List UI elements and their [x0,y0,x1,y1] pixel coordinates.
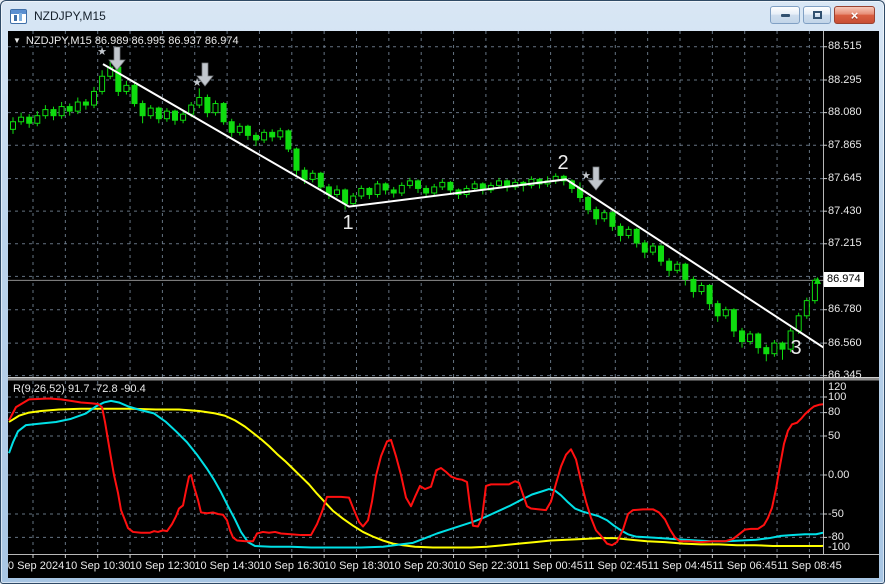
chart-header: ▼ NZDJPY,M15 86.989 86.995 86.937 86.974 [13,35,239,47]
time-axis-label: 11 Sep 06:45 [712,560,778,572]
cyan-line [8,399,823,549]
title-bar[interactable]: NZDJPY,M15 × [1,1,884,31]
indicator-axis-label: 0.00 [828,468,850,481]
restore-icon [812,11,822,19]
price-axis-label: 86.780 [828,303,862,316]
time-axis-label: 10 Sep 10:30 [64,560,131,572]
indicator-axis-label: 50 [828,429,841,442]
indicator-pane [8,397,823,549]
price-axis-label: 86.560 [828,336,862,349]
close-icon: × [850,7,859,23]
minimize-button[interactable] [770,6,800,24]
mt4-chart-window: NZDJPY,M15 × ★ ★ ★ 1 2 3 ▼ NZDJPY,M15 86.989 8… [0,0,885,584]
window-controls: × [770,6,875,24]
indicator-axis-label: -100 [828,540,851,553]
price-axis-label: 88.515 [828,40,862,53]
close-button[interactable]: × [834,6,875,24]
time-axis-label: 11 Sep 00:45 [518,560,583,572]
signal-star-icon: ★ [581,169,591,182]
indicator-values: 91.7 -72.8 -90.4 [68,383,146,395]
red-line [8,397,823,547]
sell-arrow-icon [108,46,126,71]
indicator-axis-label: 100 [828,390,847,403]
indicator-header: R(9,26,52) 91.7 -72.8 -90.4 [13,383,146,395]
signal-star-icon: ★ [192,76,202,89]
price-axis-label: 87.430 [828,204,862,217]
window-title: NZDJPY,M15 [34,9,106,23]
wave-number-label: 1 [342,212,353,234]
time-axis-label: 10 Sep 2024 [8,560,65,572]
chart-header-symbol: NZDJPY,M15 [25,35,92,47]
main-pane: ★★★123 [8,45,823,362]
candles-layer [10,59,818,362]
time-axis-label: 10 Sep 18:30 [323,560,390,572]
indicator-name: R(9,26,52) [13,383,65,395]
price-axis-label: 88.080 [828,106,862,119]
wave-number-label: 2 [557,152,568,174]
symbol-dropdown-icon[interactable]: ▼ [13,36,21,45]
indicator-axis-label: 80 [828,406,841,419]
indicator-axis-label: -50 [828,507,844,520]
time-axis-label: 10 Sep 22:30 [453,560,519,572]
price-axis-label: 87.215 [828,237,862,250]
candlestick-chart-icon [10,8,27,24]
chart-client-area: ★ ★ ★ 1 2 3 ▼ NZDJPY,M15 86.989 86.995 86.937 … [8,31,879,578]
price-axis-label: 87.645 [828,172,862,185]
price-axis-label: 87.865 [828,138,862,151]
price-axis-label: 88.295 [828,73,862,86]
chart-header-ohlc: 86.989 86.995 86.937 86.974 [94,35,239,47]
time-axis-label: 10 Sep 16:30 [259,560,325,572]
time-axis-label: 11 Sep 04:45 [647,560,713,572]
frame-layer [8,31,879,558]
wave-number-label: 3 [790,337,801,359]
minimize-icon [780,13,790,17]
time-axis-label: 10 Sep 12:30 [129,560,196,572]
yellow-line [8,407,823,549]
time-axis-label: 10 Sep 20:30 [388,560,454,572]
current-price-tag: 86.974 [824,272,864,288]
time-axis-label: 11 Sep 02:45 [582,560,648,572]
restore-button[interactable] [803,6,831,24]
time-axis-label: 11 Sep 08:45 [777,560,842,572]
time-axis-label: 10 Sep 14:30 [194,560,260,572]
chart-plot-area[interactable]: ★★★123 [8,31,879,578]
